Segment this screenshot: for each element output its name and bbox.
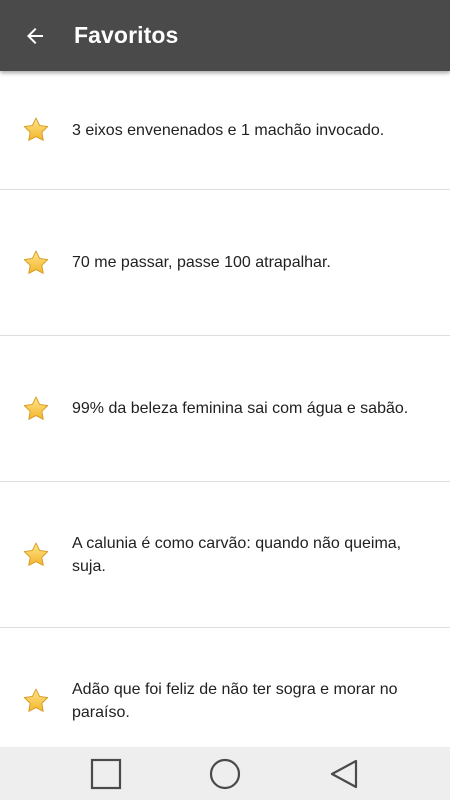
star-icon[interactable] — [0, 628, 72, 747]
star-icon[interactable] — [0, 190, 72, 335]
favorite-quote: Adão que foi feliz de não ter sogra e mo… — [72, 680, 398, 721]
back-button[interactable] — [0, 0, 71, 71]
favorites-screen: Favoritos 3 eixos envenenados e 1 machão… — [0, 0, 450, 800]
recent-apps-button[interactable] — [76, 747, 136, 800]
page-title: Favoritos — [74, 22, 179, 48]
star-icon[interactable] — [0, 336, 72, 481]
favorite-quote: 3 eixos envenenados e 1 machão invocado. — [72, 121, 385, 139]
list-item[interactable]: 3 eixos envenenados e 1 machão invocado. — [0, 71, 450, 190]
list-item[interactable]: 99% da beleza feminina sai com água e sa… — [0, 336, 450, 482]
system-nav-bar — [0, 747, 450, 800]
home-icon — [209, 758, 241, 789]
favorites-list: 3 eixos envenenados e 1 machão invocado.… — [0, 71, 450, 747]
star-icon[interactable] — [0, 71, 72, 189]
back-triangle-icon — [330, 759, 358, 788]
list-item[interactable]: 70 me passar, passe 100 atrapalhar. — [0, 190, 450, 336]
favorite-quote: 70 me passar, passe 100 atrapalhar. — [72, 254, 331, 271]
home-button[interactable] — [195, 747, 255, 800]
list-item[interactable]: A calunia é como carvão: quando não quei… — [0, 482, 450, 628]
star-icon[interactable] — [0, 482, 72, 627]
recent-apps-icon — [90, 758, 122, 789]
list-item[interactable]: Adão que foi feliz de não ter sogra e mo… — [0, 628, 450, 747]
favorite-quote: A calunia é como carvão: quando não quei… — [72, 534, 402, 575]
arrow-left-icon — [27, 27, 43, 44]
app-bar: Favoritos — [0, 0, 450, 71]
system-back-button[interactable] — [314, 747, 374, 800]
favorite-quote: 99% da beleza feminina sai com água e sa… — [72, 400, 409, 417]
